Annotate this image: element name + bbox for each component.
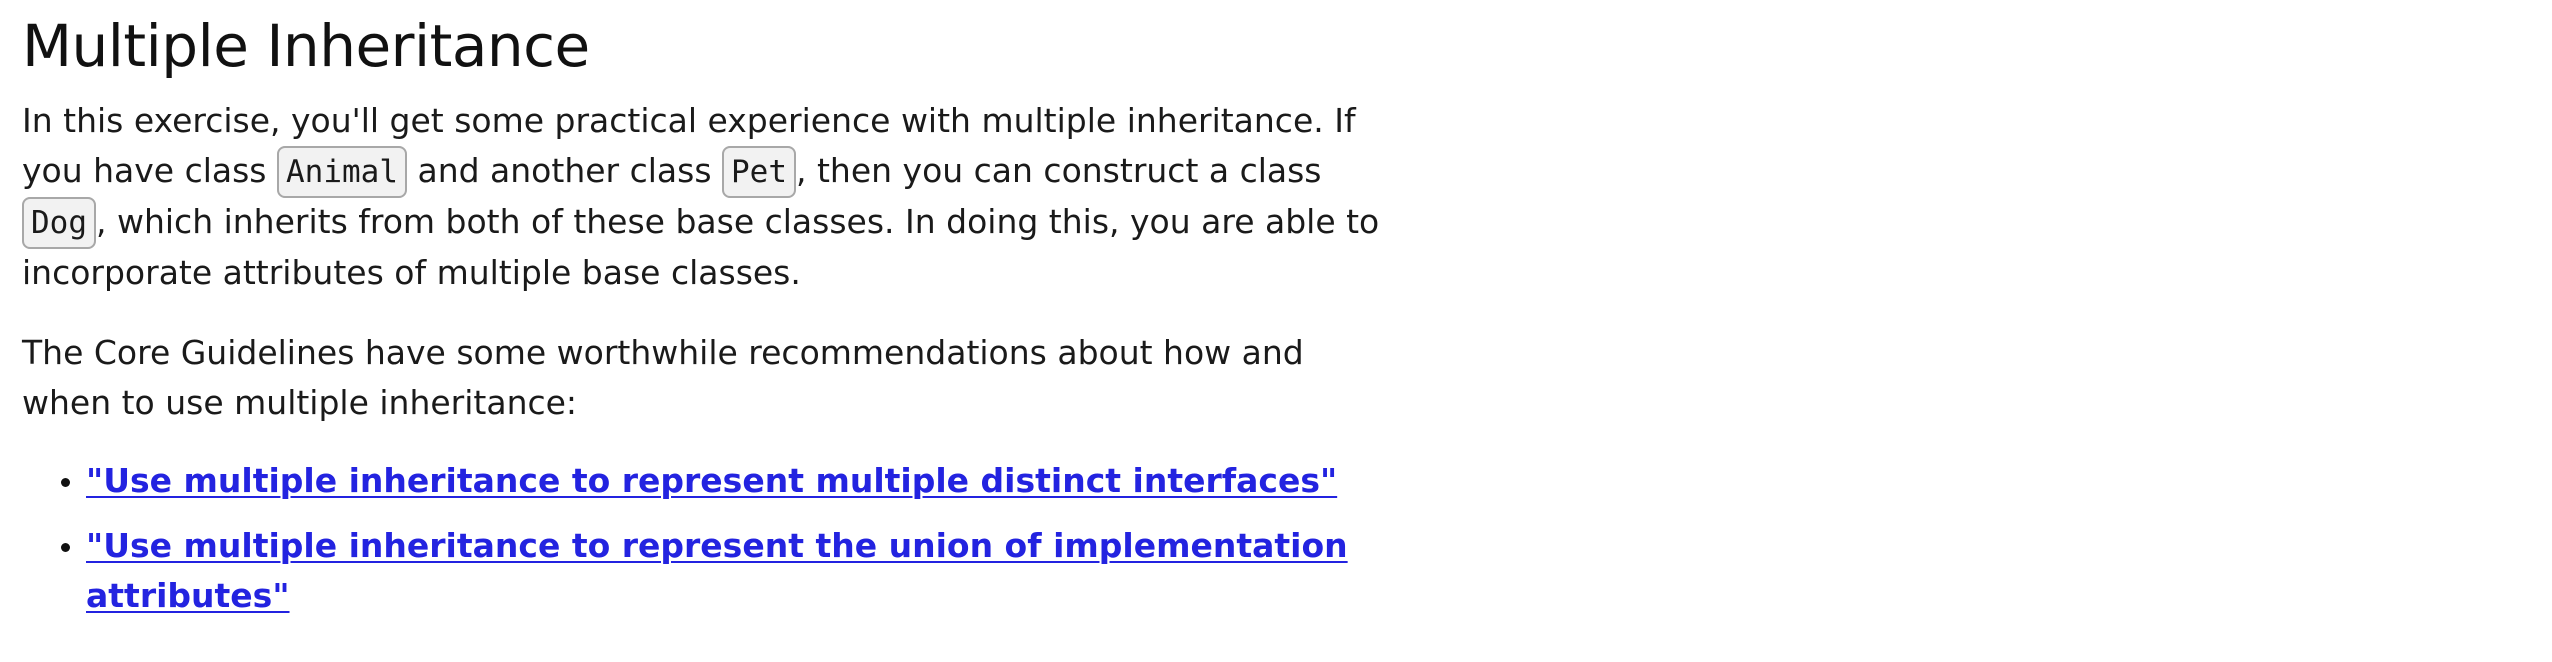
guideline-link-distinct-interfaces[interactable]: "Use multiple inheritance to represent m… [86,461,1337,500]
intro-text-4: , which inherits from both of these base… [22,202,1380,292]
guidelines-paragraph: The Core Guidelines have some worthwhile… [22,333,1304,422]
page-title: Multiple Inheritance [22,12,590,80]
code-animal: Animal [277,146,407,198]
intro-text-3: , then you can construct a class [796,151,1322,190]
guidelines-list: "Use multiple inheritance to represent m… [22,456,1402,621]
guideline-link-union-of-attributes[interactable]: "Use multiple inheritance to represent t… [86,526,1348,615]
code-pet: Pet [722,146,796,198]
code-dog: Dog [22,197,96,249]
list-item: "Use multiple inheritance to represent m… [86,456,1402,506]
list-item: "Use multiple inheritance to represent t… [86,521,1402,621]
intro-paragraph: In this exercise, you'll get some practi… [22,96,1402,298]
intro-text-2: and another class [406,151,722,190]
content: Multiple Inheritance In this exercise, y… [22,0,1402,636]
